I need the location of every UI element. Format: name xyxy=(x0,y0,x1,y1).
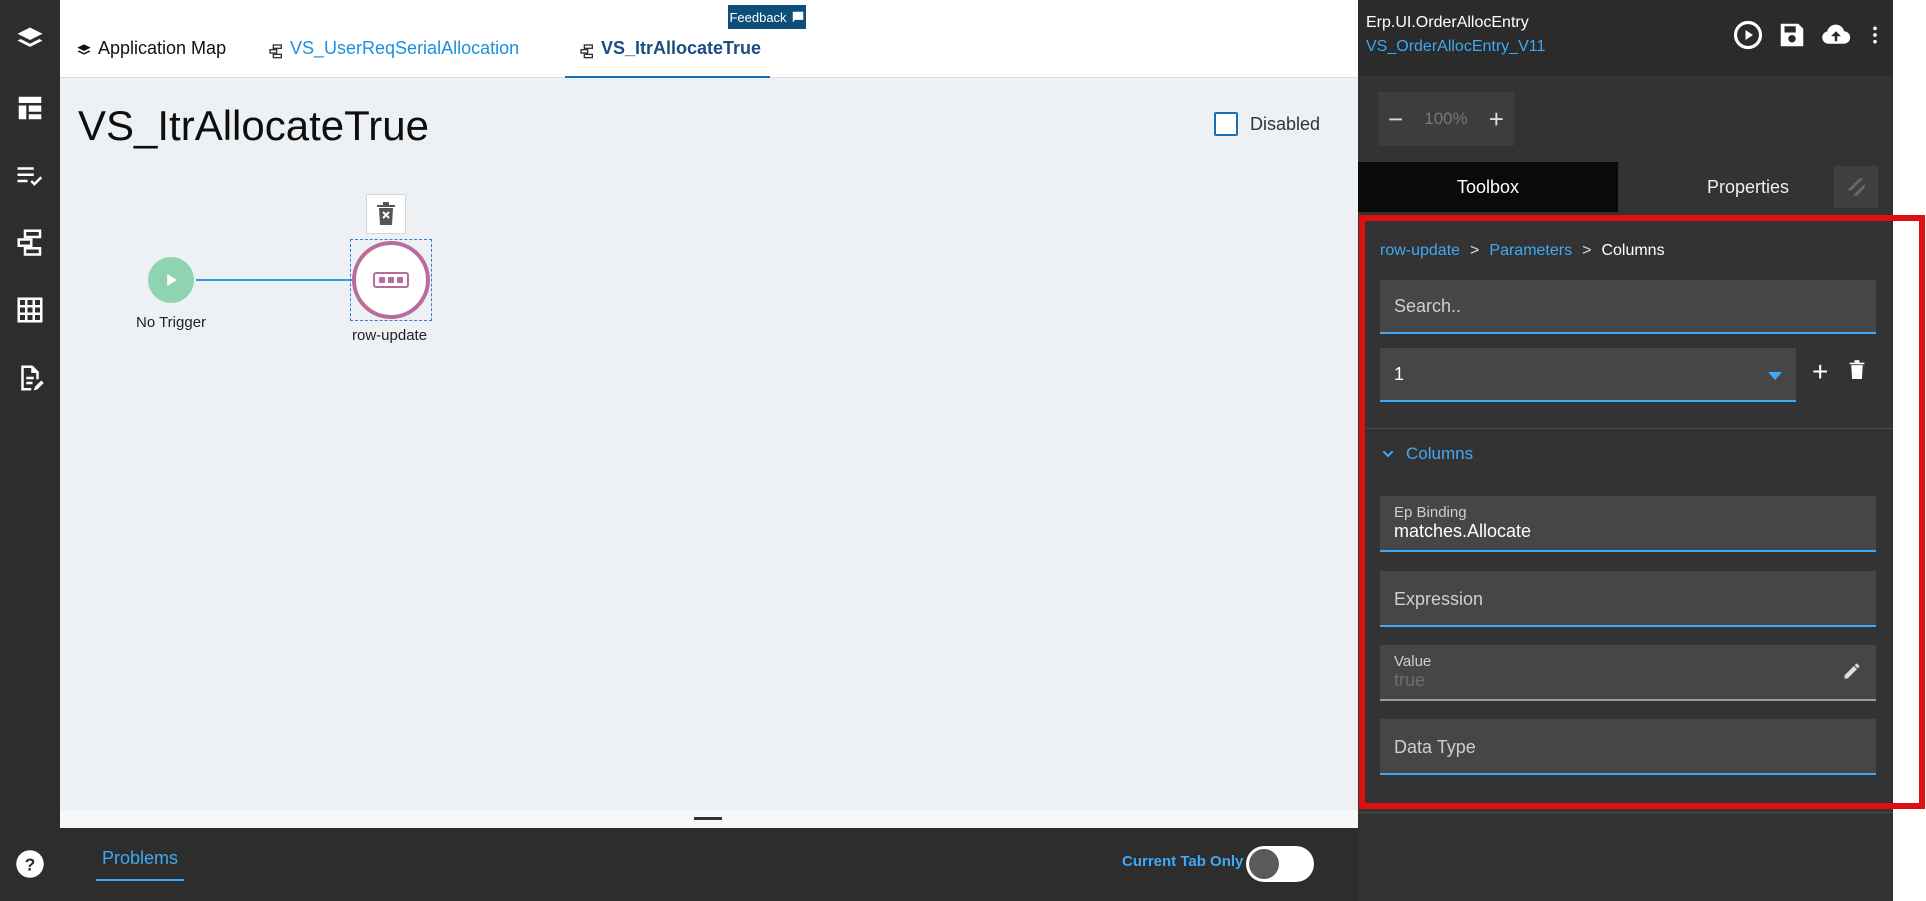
drag-handle-icon[interactable] xyxy=(694,817,722,820)
current-tab-only-toggle[interactable] xyxy=(1246,846,1314,882)
disabled-option[interactable]: Disabled xyxy=(1214,112,1320,136)
toggle-knob xyxy=(1249,849,1279,879)
run-icon[interactable] xyxy=(1733,20,1763,50)
value-field[interactable]: Value true xyxy=(1380,645,1876,701)
right-panel: Erp.UI.OrderAllocEntry VS_OrderAllocEntr… xyxy=(1358,0,1893,901)
app-header: Erp.UI.OrderAllocEntry VS_OrderAllocEntr… xyxy=(1358,0,1893,76)
tab-label: VS_ItrAllocateTrue xyxy=(601,38,762,58)
workflow-canvas[interactable]: VS_ItrAllocateTrue Disabled No Trigger r… xyxy=(60,78,1358,810)
tab-label: VS_UserReqSerialAllocation xyxy=(290,38,520,58)
row-update-icon xyxy=(373,272,409,288)
field-label: Expression xyxy=(1394,589,1484,609)
breadcrumb-parameters[interactable]: Parameters xyxy=(1489,242,1572,260)
help-icon[interactable]: ? xyxy=(0,836,60,892)
pencil-icon[interactable] xyxy=(1842,661,1862,681)
cloud-upload-icon[interactable] xyxy=(1821,20,1851,50)
event-flow-icon xyxy=(269,44,282,59)
search-input[interactable]: Search.. xyxy=(1380,280,1876,334)
zoom-out-button[interactable]: − xyxy=(1388,106,1403,132)
ep-binding-field[interactable]: Ep Binding matches.Allocate xyxy=(1380,496,1876,552)
disabled-label: Disabled xyxy=(1250,113,1321,134)
delete-node-button[interactable] xyxy=(366,194,406,234)
dropdown-caret-icon xyxy=(1768,372,1782,380)
section-title: Columns xyxy=(1406,444,1474,463)
disabled-checkbox[interactable] xyxy=(1214,112,1238,136)
slash-icon xyxy=(1847,178,1865,196)
breadcrumb-separator: > xyxy=(1470,242,1480,259)
document-edit-icon[interactable] xyxy=(0,350,60,406)
tab-application-map[interactable]: Application Map xyxy=(76,38,226,78)
trigger-label: No Trigger xyxy=(136,314,207,331)
field-label: Ep Binding xyxy=(1394,504,1467,521)
panel-splitter[interactable] xyxy=(60,810,1358,828)
app-root: ? Application Map VS_UserReqSerialAlloca… xyxy=(0,0,1926,901)
row-update-node[interactable] xyxy=(352,241,430,319)
event-flow-icon[interactable] xyxy=(0,214,60,270)
left-nav-rail: ? xyxy=(0,0,60,901)
grid-table-icon[interactable] xyxy=(0,282,60,338)
breadcrumb-columns: Columns xyxy=(1601,242,1665,259)
columns-section-header[interactable]: Columns xyxy=(1380,444,1473,464)
delete-column-button[interactable] xyxy=(1848,360,1866,385)
tab-toolbox[interactable]: Toolbox xyxy=(1358,162,1618,212)
page-title: VS_ItrAllocateTrue xyxy=(78,102,429,149)
trash-icon xyxy=(377,202,395,225)
problems-panel: Problems Current Tab Only xyxy=(60,828,1358,901)
breadcrumb: row-update > Parameters > Columns xyxy=(1380,242,1665,260)
save-icon[interactable] xyxy=(1777,20,1807,50)
breadcrumb-separator: > xyxy=(1582,242,1592,259)
tab-problems[interactable]: Problems xyxy=(96,848,185,881)
zoom-control: − 100% + xyxy=(1378,92,1514,146)
header-actions xyxy=(1733,20,1885,50)
panel-toggle-button[interactable] xyxy=(1834,166,1878,208)
chat-icon xyxy=(792,11,803,23)
field-label: Data Type xyxy=(1394,737,1476,757)
list-check-icon[interactable] xyxy=(0,148,60,204)
field-value: matches.Allocate xyxy=(1394,521,1532,541)
tab-vs-userreqserialallocation[interactable]: VS_UserReqSerialAllocation xyxy=(268,38,519,78)
tab-label: Application Map xyxy=(98,38,227,58)
breadcrumb-row-update[interactable]: row-update xyxy=(1380,242,1460,260)
chevron-down-icon xyxy=(1382,450,1394,458)
app-name: Erp.UI.OrderAllocEntry xyxy=(1366,14,1529,31)
selected-index-value: 1 xyxy=(1394,364,1405,384)
current-tab-only-label: Current Tab Only xyxy=(1122,853,1244,870)
play-icon xyxy=(167,274,177,286)
divider xyxy=(1358,812,1893,813)
layers-icon[interactable] xyxy=(0,12,60,68)
tab-bar: Application Map VS_UserReqSerialAllocati… xyxy=(60,0,1358,78)
divider xyxy=(1358,428,1893,429)
expression-field[interactable]: Expression xyxy=(1380,571,1876,627)
tab-vs-itrallocatetrue[interactable]: VS_ItrAllocateTrue xyxy=(565,38,770,78)
zoom-level: 100% xyxy=(1424,109,1468,128)
layers-icon xyxy=(77,44,91,55)
svg-text:?: ? xyxy=(25,854,36,874)
feedback-button[interactable]: Feedback xyxy=(728,5,806,29)
trash-icon xyxy=(1849,360,1865,379)
data-type-field[interactable]: Data Type xyxy=(1380,719,1876,775)
trigger-node[interactable] xyxy=(148,257,194,303)
feedback-label: Feedback xyxy=(729,9,787,25)
add-column-button[interactable]: + xyxy=(1812,358,1828,386)
more-vert-icon[interactable] xyxy=(1865,20,1885,50)
field-value: true xyxy=(1394,670,1426,690)
row-update-label: row-update xyxy=(352,327,428,344)
layout-icon[interactable] xyxy=(0,80,60,136)
column-index-select[interactable]: 1 xyxy=(1380,348,1796,402)
field-label: Value xyxy=(1394,653,1432,670)
panel-tabs: Toolbox Properties xyxy=(1358,162,1893,212)
zoom-in-button[interactable]: + xyxy=(1489,106,1504,132)
app-version-link[interactable]: VS_OrderAllocEntry_V11 xyxy=(1366,38,1545,56)
event-flow-icon xyxy=(580,44,593,59)
